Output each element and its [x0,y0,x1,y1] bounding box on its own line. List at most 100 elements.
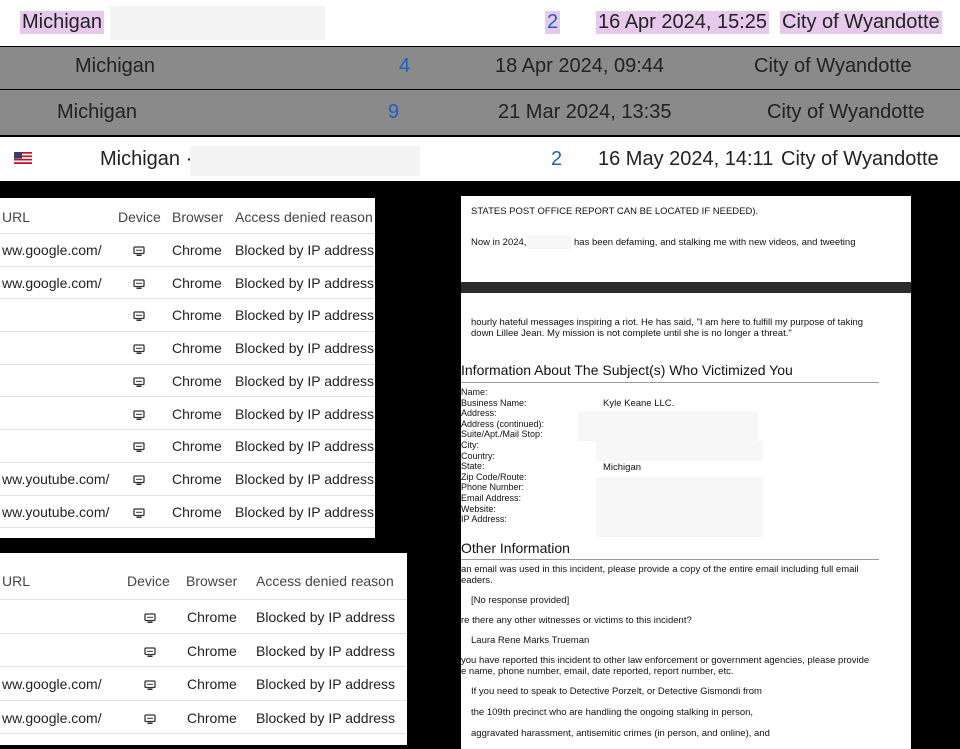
desktop-icon [133,277,145,289]
url-cell[interactable]: ww.google.com/ [2,242,102,258]
table-row[interactable]: Chrome Blocked by IP address [0,332,375,365]
browser-cell: Chrome [187,709,237,726]
field-label: IP Address: [461,514,507,525]
desktop-icon [133,440,145,453]
browser-cell: Chrome [187,676,237,693]
section-heading: Information About The Subject(s) Who Vic… [461,362,793,378]
reason-cell: Blocked by IP address [235,307,375,324]
browser-cell: Chrome [172,340,222,357]
column-header-browser: Browser [186,573,238,589]
browser-cell: Chrome [187,642,237,659]
divider [461,559,879,560]
table-row[interactable]: ww.youtube.com/Chrome Blocked by IP addre… [0,463,375,496]
table-row[interactable]: Michigan 2 16 Apr 2024, 15:25 City of Wy… [0,0,960,46]
count-link[interactable]: 2 [545,11,561,34]
field-label: State: [461,461,485,472]
table-row[interactable]: ww.youtube.com/Chrome Blocked by IP addre… [0,496,375,529]
table-row[interactable]: Chrome Blocked by IP address [0,430,375,463]
table-row[interactable]: Chrome Blocked by IP address [0,365,375,398]
field-label: Address: [461,408,497,419]
desktop-icon [133,408,145,420]
doc-line: has been defaming, and stalking me with … [574,237,856,248]
field-label: City: [461,440,479,450]
us-flag-icon [14,152,32,164]
url-cell[interactable]: ww.youtube.com/ [2,471,109,487]
table-row[interactable]: ww.google.com/Chrome Blocked by IP addres… [0,234,375,267]
date-cell: 16 May 2024, 14:11 [598,148,774,170]
table-row[interactable]: Michigan 9 21 Mar 2024, 13:35 City of Wy… [0,90,960,135]
reason-cell: Blocked by IP address [235,340,375,357]
divider [0,733,407,735]
field-label: Website: [461,503,496,514]
city-cell: City of Wyandotte [754,55,912,77]
state-value: Michigan [603,462,642,473]
browser-cell: Chrome [172,372,222,389]
field-label: Address (continued): [461,418,545,429]
redacted-block [596,441,763,461]
field-label: Name: [461,387,488,397]
doc-line: the 109th precinct who are handling the … [471,707,754,718]
column-header-browser: Browser [172,209,224,225]
desktop-icon [144,611,156,623]
browser-cell: Chrome [172,438,222,455]
reason-cell: Blocked by IP address [235,503,375,520]
url-cell[interactable]: ww.google.com/ [2,710,102,726]
desktop-icon [133,506,145,518]
field-label: Country: [461,450,496,461]
doc-line: you have reported this incident to other… [461,655,870,666]
desktop-icon [144,678,156,691]
date-cell: 18 Apr 2024, 09:44 [495,55,665,77]
date-cell: 16 Apr 2024, 15:25 [596,11,770,34]
table-row[interactable]: Chrome Blocked by IP address [0,600,407,634]
column-header-url: URL [2,209,31,225]
doc-line: Laura Rene Marks Trueman [471,635,590,646]
table-row[interactable]: Chrome Blocked by IP address [0,299,375,333]
doc-line: e name, phone number, email, date report… [461,666,734,677]
desktop-icon [144,712,156,724]
table-row[interactable]: Chrome Blocked by IP address [0,398,375,431]
business-name-value: Kyle Keane LLC. [603,398,675,409]
table-row[interactable]: ww.google.com/Chrome Blocked by IP addres… [0,267,375,300]
table-row[interactable]: ww.google.com/Chrome Blocked by IP addres… [0,701,407,735]
browser-cell: Chrome [172,307,222,324]
url-cell[interactable]: ww.google.com/ [2,275,102,291]
browser-cell: Chrome [187,609,237,625]
date-cell: 21 Mar 2024, 13:35 [498,101,672,123]
url-cell[interactable]: ww.google.com/ [2,676,102,692]
column-header-reason: Access denied reason [235,209,373,225]
doc-line: hourly hateful messages inspiring a riot… [471,317,864,328]
doc-line: eaders. [461,575,493,586]
report-document: STATES POST OFFICE REPORT CAN BE LOCATED… [461,196,911,749]
field-label: Business Name: [461,397,527,408]
count-link[interactable]: 9 [388,101,399,124]
field-label: Zip Code/Route: [461,471,527,482]
doc-line: If you need to speak to Detective Porzel… [471,686,762,697]
table-row[interactable]: ww.google.com/Chrome Blocked by IP addres… [0,667,407,701]
reason-cell: Blocked by IP address [235,274,375,291]
doc-line: STATES POST OFFICE REPORT CAN BE LOCATED… [471,206,759,217]
column-header-url: URL [2,573,31,589]
browser-cell: Chrome [172,242,222,258]
table-row[interactable]: Michigan · 2 16 May 2024, 14:11 City of … [0,137,960,181]
doc-line: down Lillee Jean. My mission is not comp… [471,328,792,339]
redacted-block [190,146,420,176]
access-denied-table: URL Device Browser Access denied reason … [0,553,407,745]
browser-cell: Chrome [172,274,222,291]
reason-cell: Blocked by IP address [256,609,396,625]
url-cell[interactable]: ww.youtube.com/ [2,504,109,520]
access-denied-table: URL Device Browser Access denied reason … [0,198,375,538]
doc-line: re there any other witnesses or victims … [461,615,692,626]
table-row[interactable]: Chrome Blocked by IP address [0,634,407,668]
count-link[interactable]: 2 [551,148,562,171]
city-cell: City of Wyandotte [780,11,942,34]
desktop-icon [133,375,145,387]
desktop-icon [133,244,145,256]
reason-cell: Blocked by IP address [235,372,375,389]
browser-cell: Chrome [172,503,222,520]
table-row[interactable]: Michigan 4 18 Apr 2024, 09:44 City of Wy… [0,47,960,89]
redacted-block [110,6,325,40]
desktop-icon [144,645,156,657]
state-cell: Michigan [57,101,138,123]
redacted-block [596,477,763,537]
count-link[interactable]: 4 [399,55,410,78]
